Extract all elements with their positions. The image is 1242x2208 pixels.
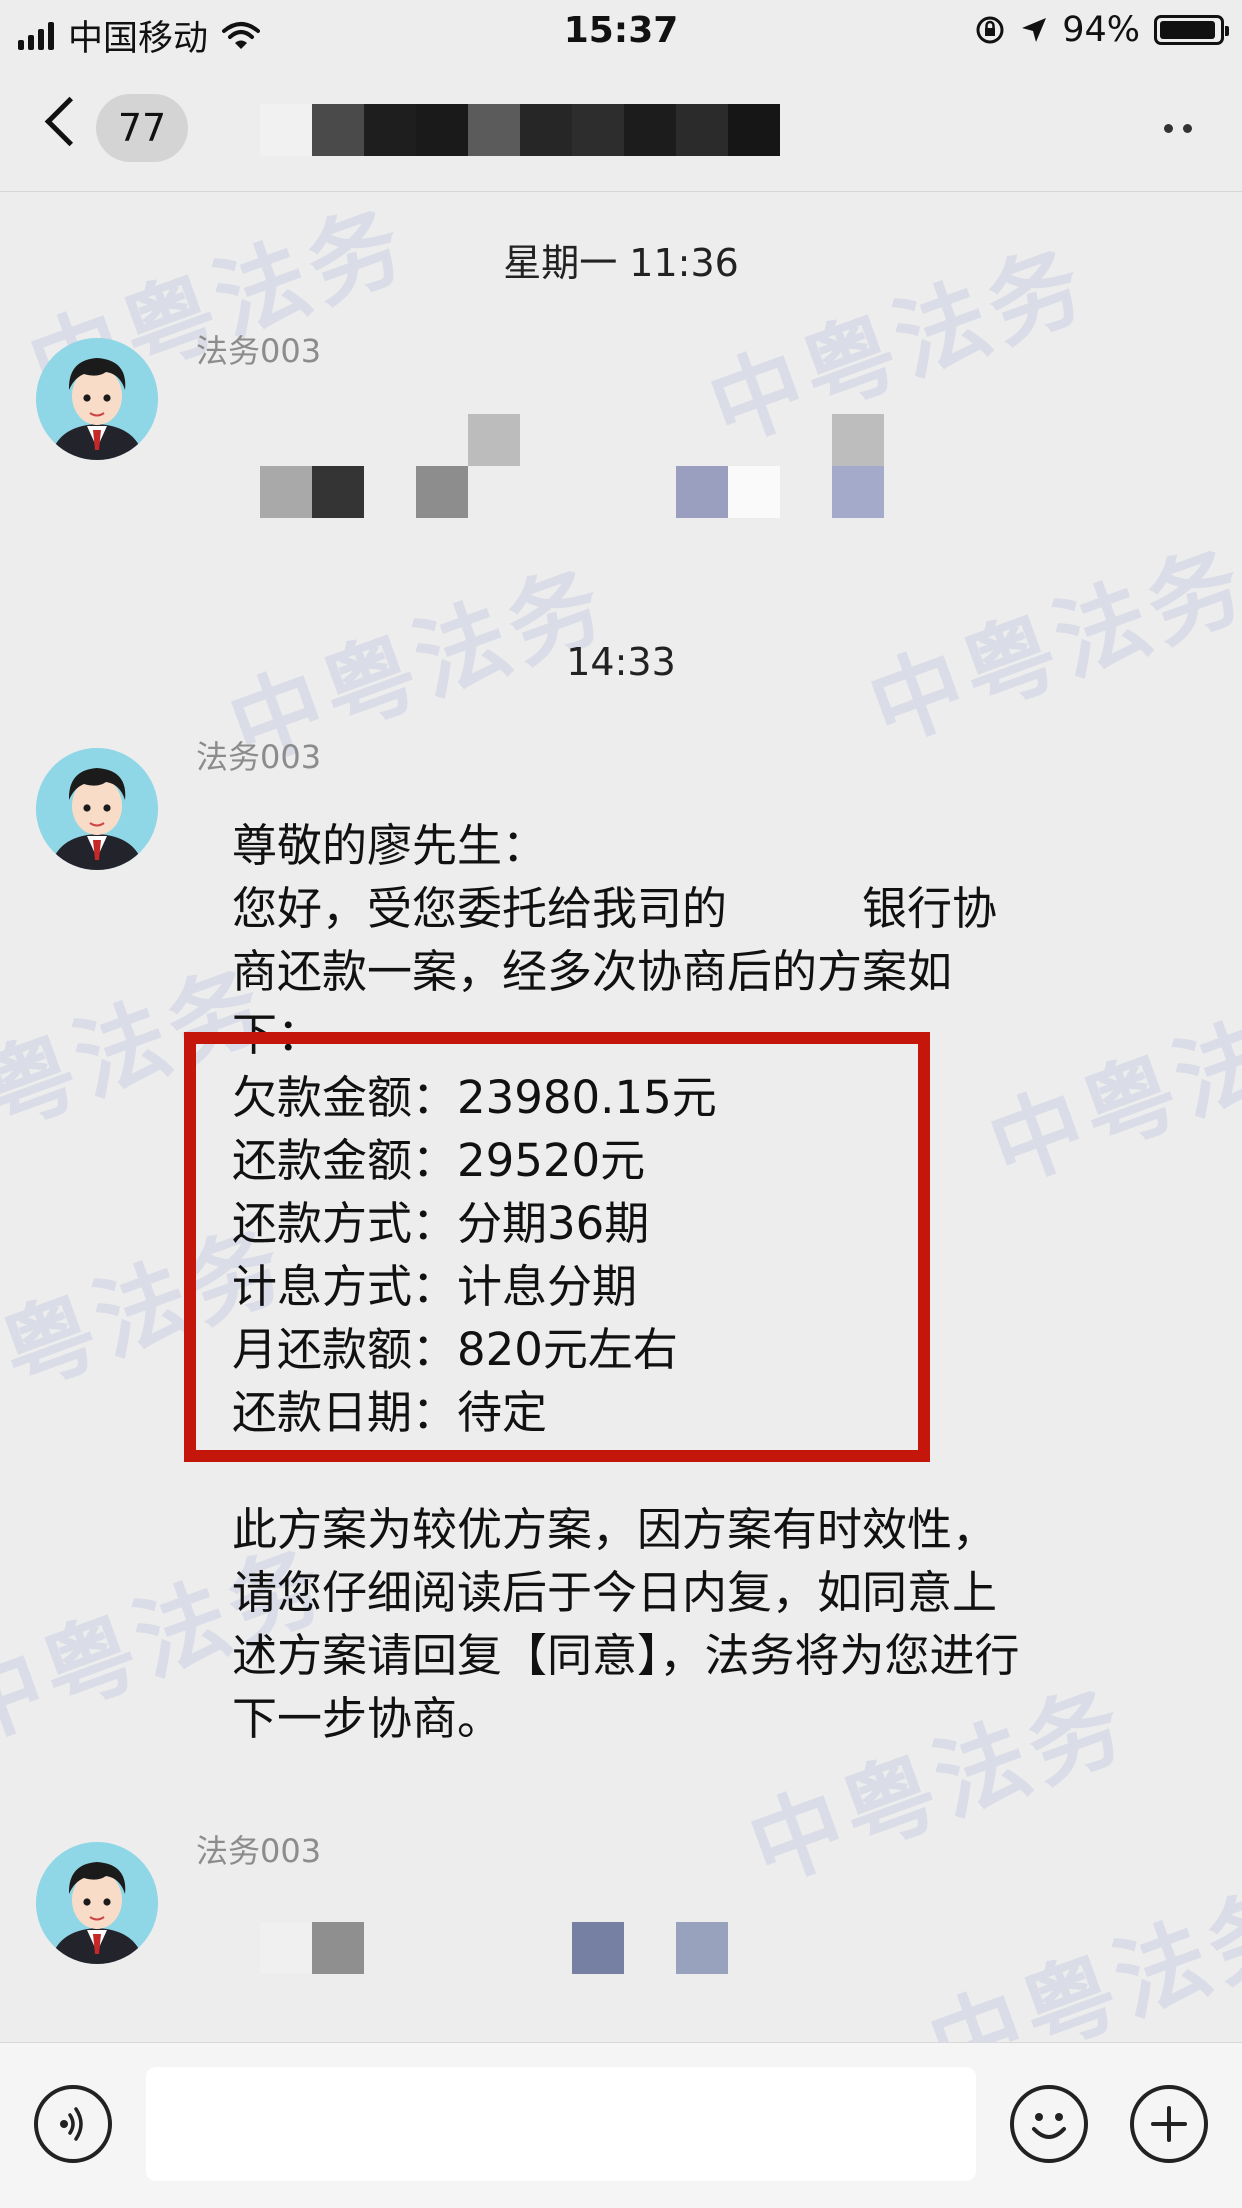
emoji-icon[interactable] xyxy=(1010,2085,1088,2163)
message-greeting: 尊敬的廖先生： xyxy=(232,819,548,872)
redacted-message xyxy=(260,414,884,466)
battery-percentage: 94% xyxy=(1062,10,1140,50)
redacted-message xyxy=(260,1922,728,1974)
message-closing: 此方案为较优方案，因方案有时效性，请您仔细阅读后于今日内复，如同意上述方案请回复… xyxy=(232,1503,1020,1745)
red-highlight-box xyxy=(184,1032,930,1462)
avatar[interactable] xyxy=(36,748,158,870)
lawyer-avatar-icon xyxy=(36,338,158,460)
message-timestamp: 星期一 11:36 xyxy=(503,241,739,285)
lawyer-avatar-icon xyxy=(36,748,158,870)
unread-count-badge[interactable]: 77 xyxy=(96,94,188,162)
watermark: 中粤法务 xyxy=(856,528,1242,764)
location-arrow-icon xyxy=(1022,18,1047,42)
rotation-lock-icon xyxy=(976,16,1004,44)
message-input[interactable] xyxy=(146,2067,976,2181)
more-dots-icon[interactable] xyxy=(1164,124,1192,133)
sender-name: 法务003 xyxy=(196,332,322,370)
redacted-message xyxy=(260,466,884,518)
voice-icon[interactable] xyxy=(34,2085,112,2163)
sender-name: 法务003 xyxy=(196,1832,322,1870)
sender-name: 法务003 xyxy=(196,738,322,776)
status-bar: 中国移动 15:37 94% xyxy=(0,0,1242,64)
avatar[interactable] xyxy=(36,1842,158,1964)
battery-icon xyxy=(1154,15,1229,45)
input-bar xyxy=(0,2042,1242,2208)
chat-title-redacted xyxy=(260,104,780,156)
watermark: 中粤法务 xyxy=(916,1868,1242,2042)
message-timestamp: 14:33 xyxy=(566,640,676,684)
lawyer-avatar-icon xyxy=(36,1842,158,1964)
plus-icon[interactable] xyxy=(1130,2085,1208,2163)
chat-header: 77 xyxy=(0,64,1242,192)
avatar[interactable] xyxy=(36,338,158,460)
chat-area[interactable]: 中粤法务 中粤法务 中粤法务 中粤法务 中粤法务 中粤法务 中粤法务 中粤法务 … xyxy=(0,192,1242,2042)
back-chevron-icon[interactable] xyxy=(44,96,95,147)
